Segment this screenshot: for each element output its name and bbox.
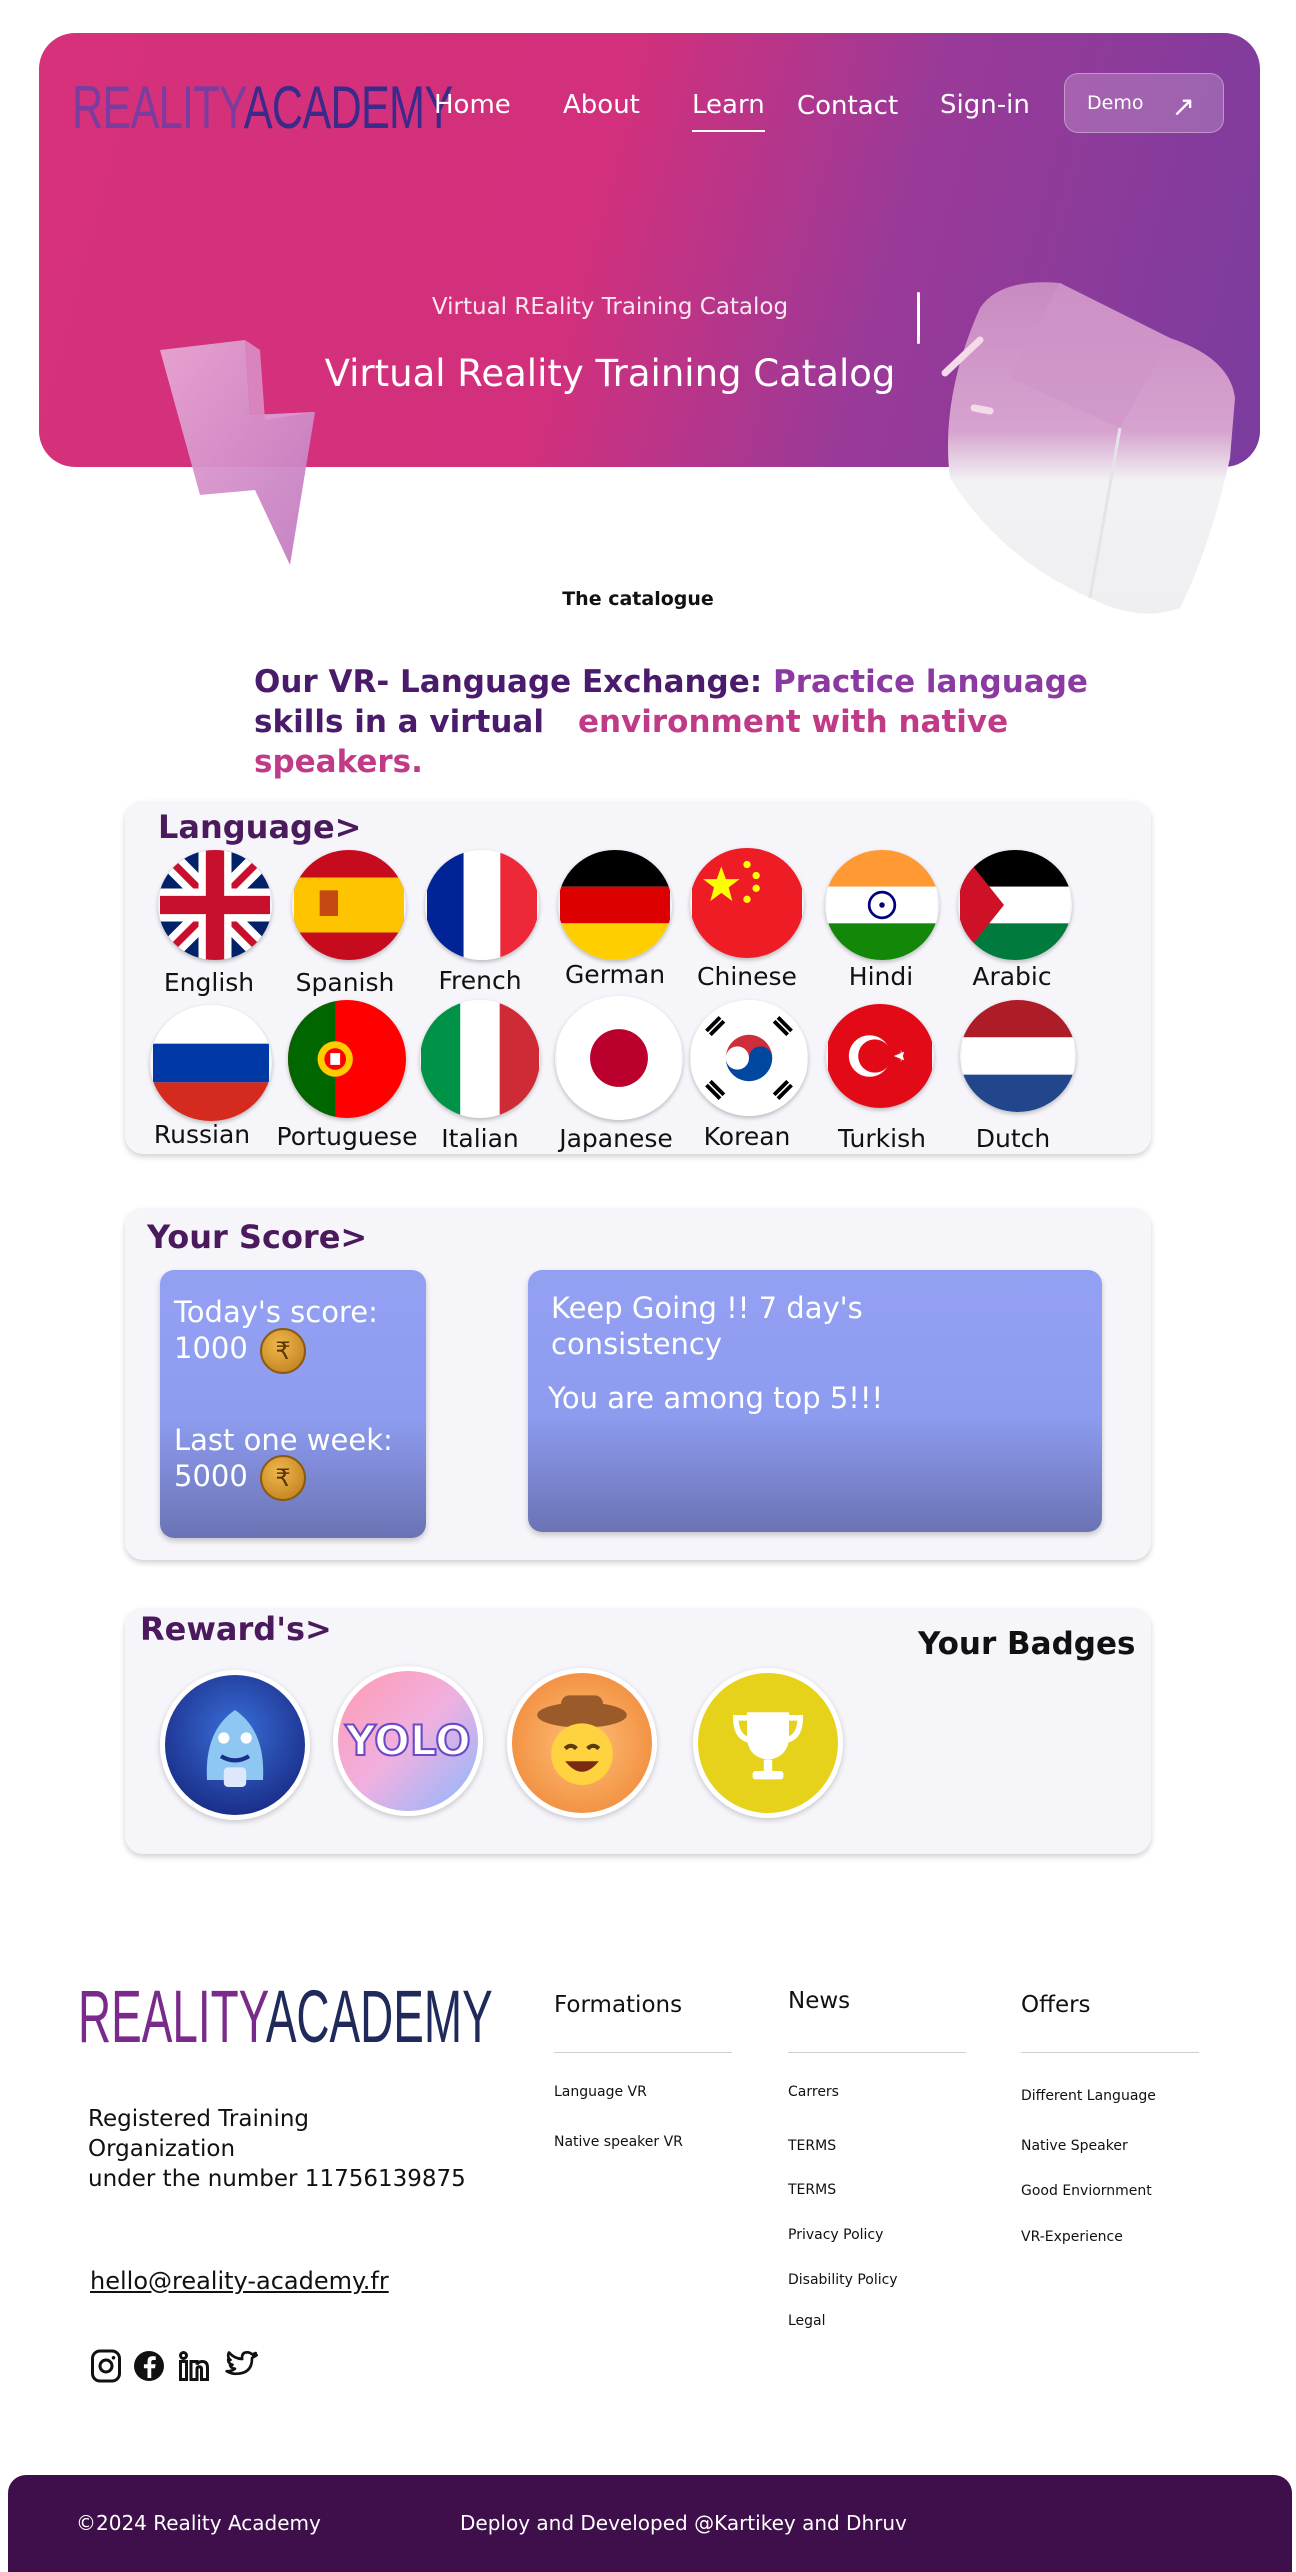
language-label-dutch: Dutch [975,1124,1051,1153]
registration-line-2: Organization [88,2136,236,2162]
registration-line-1: Registered Training [88,2106,310,2132]
registration-line-3: under the number 11756139875 [88,2166,466,2192]
decor-line [917,292,920,344]
headline-part2: Practice language [772,664,1088,700]
week-score-label: Last one week: [174,1423,393,1457]
footer-link-vr-experience[interactable]: VR-Experience [1021,2229,1123,2245]
language-label-korean: Korean [703,1122,791,1151]
language-label-russian: Russian [153,1120,251,1149]
language-label-german: German [564,960,666,989]
streak-message: Keep Going !! 7 day's consistency [551,1291,863,1361]
nav-sign-in[interactable]: Sign-in [940,90,1030,120]
today-score-value: 1000 [174,1331,248,1365]
spanish-flag-icon[interactable] [292,850,406,960]
language-label-english: English [163,968,255,997]
language-label-hindi: Hindi [848,962,914,991]
footer-offers-title: Offers [1021,1992,1091,2018]
footer-logo[interactable]: REALITYACADEMY [78,1980,493,2054]
language-label-turkish: Turkish [838,1124,926,1153]
footer-link-good-enviornment[interactable]: Good Enviornment [1021,2183,1152,2199]
contact-email-link[interactable]: hello@reality-academy.fr [90,2267,389,2295]
logo-text-reality: REALITY [72,74,245,141]
french-flag-icon[interactable] [425,850,539,960]
language-label-french: French [438,966,522,995]
footer-link-terms[interactable]: TERMS [788,2138,836,2154]
footer-link-privacy-policy[interactable]: Privacy Policy [788,2227,883,2243]
demo-button[interactable]: Demo ↗ [1064,73,1224,133]
credits-text: Deploy and Developed @Kartikey and Dhruv [460,2511,907,2535]
catalogue-label: The catalogue [562,588,714,610]
chinese-flag-icon[interactable] [690,848,804,958]
language-label-japanese: Japanese [559,1124,673,1153]
week-score-value: 5000 [174,1459,248,1493]
cowboy-badge-icon[interactable] [507,1668,657,1818]
hero-subtitle: Virtual REality Training Catalog [431,294,789,320]
coin-icon: ₹ [260,1455,306,1501]
footer-link-disability-policy[interactable]: Disability Policy [788,2272,898,2288]
headline-part1: Our VR- Language Exchange: [254,664,773,700]
footer-news-title: News [788,1988,851,2014]
footer-formations-title: Formations [554,1992,683,2018]
arrow-up-right-icon: ↗ [1171,90,1195,123]
footer-logo-reality: REALITY [78,1975,266,2058]
nav-home[interactable]: Home [434,90,511,120]
language-label-italian: Italian [441,1124,519,1153]
german-flag-icon[interactable] [558,850,672,960]
language-label-portuguese: Portuguese [276,1122,418,1151]
shark-badge-icon[interactable] [160,1670,310,1820]
header-logo[interactable]: REALITYACADEMY [72,78,453,138]
language-title[interactable]: Language> [158,808,361,846]
korean-flag-icon[interactable] [690,1000,808,1116]
footer-divider [1021,2052,1199,2053]
italian-flag-icon[interactable] [420,1000,540,1118]
linkedin-icon[interactable] [176,2346,212,2386]
hero-title: Virtual Reality Training Catalog [324,352,896,395]
copyright-text: ©2024 Reality Academy [76,2511,321,2535]
bottom-bar: ©2024 Reality Academy Deploy and Develop… [8,2475,1292,2572]
score-title[interactable]: Your Score> [147,1218,367,1256]
language-label-spanish: Spanish [295,968,395,997]
svg-text:YOLO: YOLO [344,1716,471,1765]
footer-link-native-speaker-vr[interactable]: Native speaker VR [554,2134,683,2150]
footer-logo-academy: ACADEMY [265,1975,493,2058]
arabic-flag-icon[interactable] [958,850,1072,960]
coin-icon: ₹ [260,1328,306,1374]
facebook-icon[interactable] [131,2346,167,2386]
rewards-title[interactable]: Reward's> [140,1610,332,1648]
instagram-icon[interactable] [88,2346,124,2386]
footer-divider [554,2052,732,2053]
catalogue-headline: Our VR- Language Exchange: Practice lang… [254,662,1154,782]
footer-link-terms[interactable]: TERMS [788,2182,836,2198]
footer-link-native-speaker[interactable]: Native Speaker [1021,2138,1128,2154]
portuguese-flag-icon[interactable] [288,1000,406,1118]
headline-part3: skills in a virtual [254,704,544,740]
yolo-badge-icon[interactable]: YOLO [333,1666,483,1816]
trophy-badge-icon[interactable] [693,1668,843,1818]
footer-link-language-vr[interactable]: Language VR [554,2084,647,2100]
demo-button-label: Demo [1087,92,1144,114]
twitter-icon[interactable] [220,2346,260,2386]
badges-title: Your Badges [918,1626,1136,1662]
nav-about[interactable]: About [563,90,640,120]
lightning-bolt-icon [160,340,315,565]
rank-message: You are among top 5!!! [548,1381,884,1415]
turkish-flag-icon[interactable] [826,1004,934,1108]
today-score-label: Today's score: [174,1295,378,1329]
footer-link-carrers[interactable]: Carrers [788,2084,839,2100]
dutch-flag-icon[interactable] [960,1000,1076,1112]
footer-link-legal[interactable]: Legal [788,2313,826,2329]
russian-flag-icon[interactable] [150,1005,272,1121]
vr-headset-icon [941,282,1235,614]
hindi-flag-icon[interactable] [825,850,939,960]
english-flag-icon[interactable] [158,850,272,960]
language-label-arabic: Arabic [972,962,1052,991]
footer-divider [788,2052,966,2053]
nav-learn[interactable]: Learn [692,90,765,132]
registration-info: Registered Training Organization under t… [88,2104,466,2194]
nav-contact[interactable]: Contact [797,91,898,121]
language-label-chinese: Chinese [697,962,797,991]
logo-text-academy: ACADEMY [243,74,453,141]
footer-link-different-language[interactable]: Different Language [1021,2088,1156,2104]
japanese-flag-icon[interactable] [555,996,683,1120]
